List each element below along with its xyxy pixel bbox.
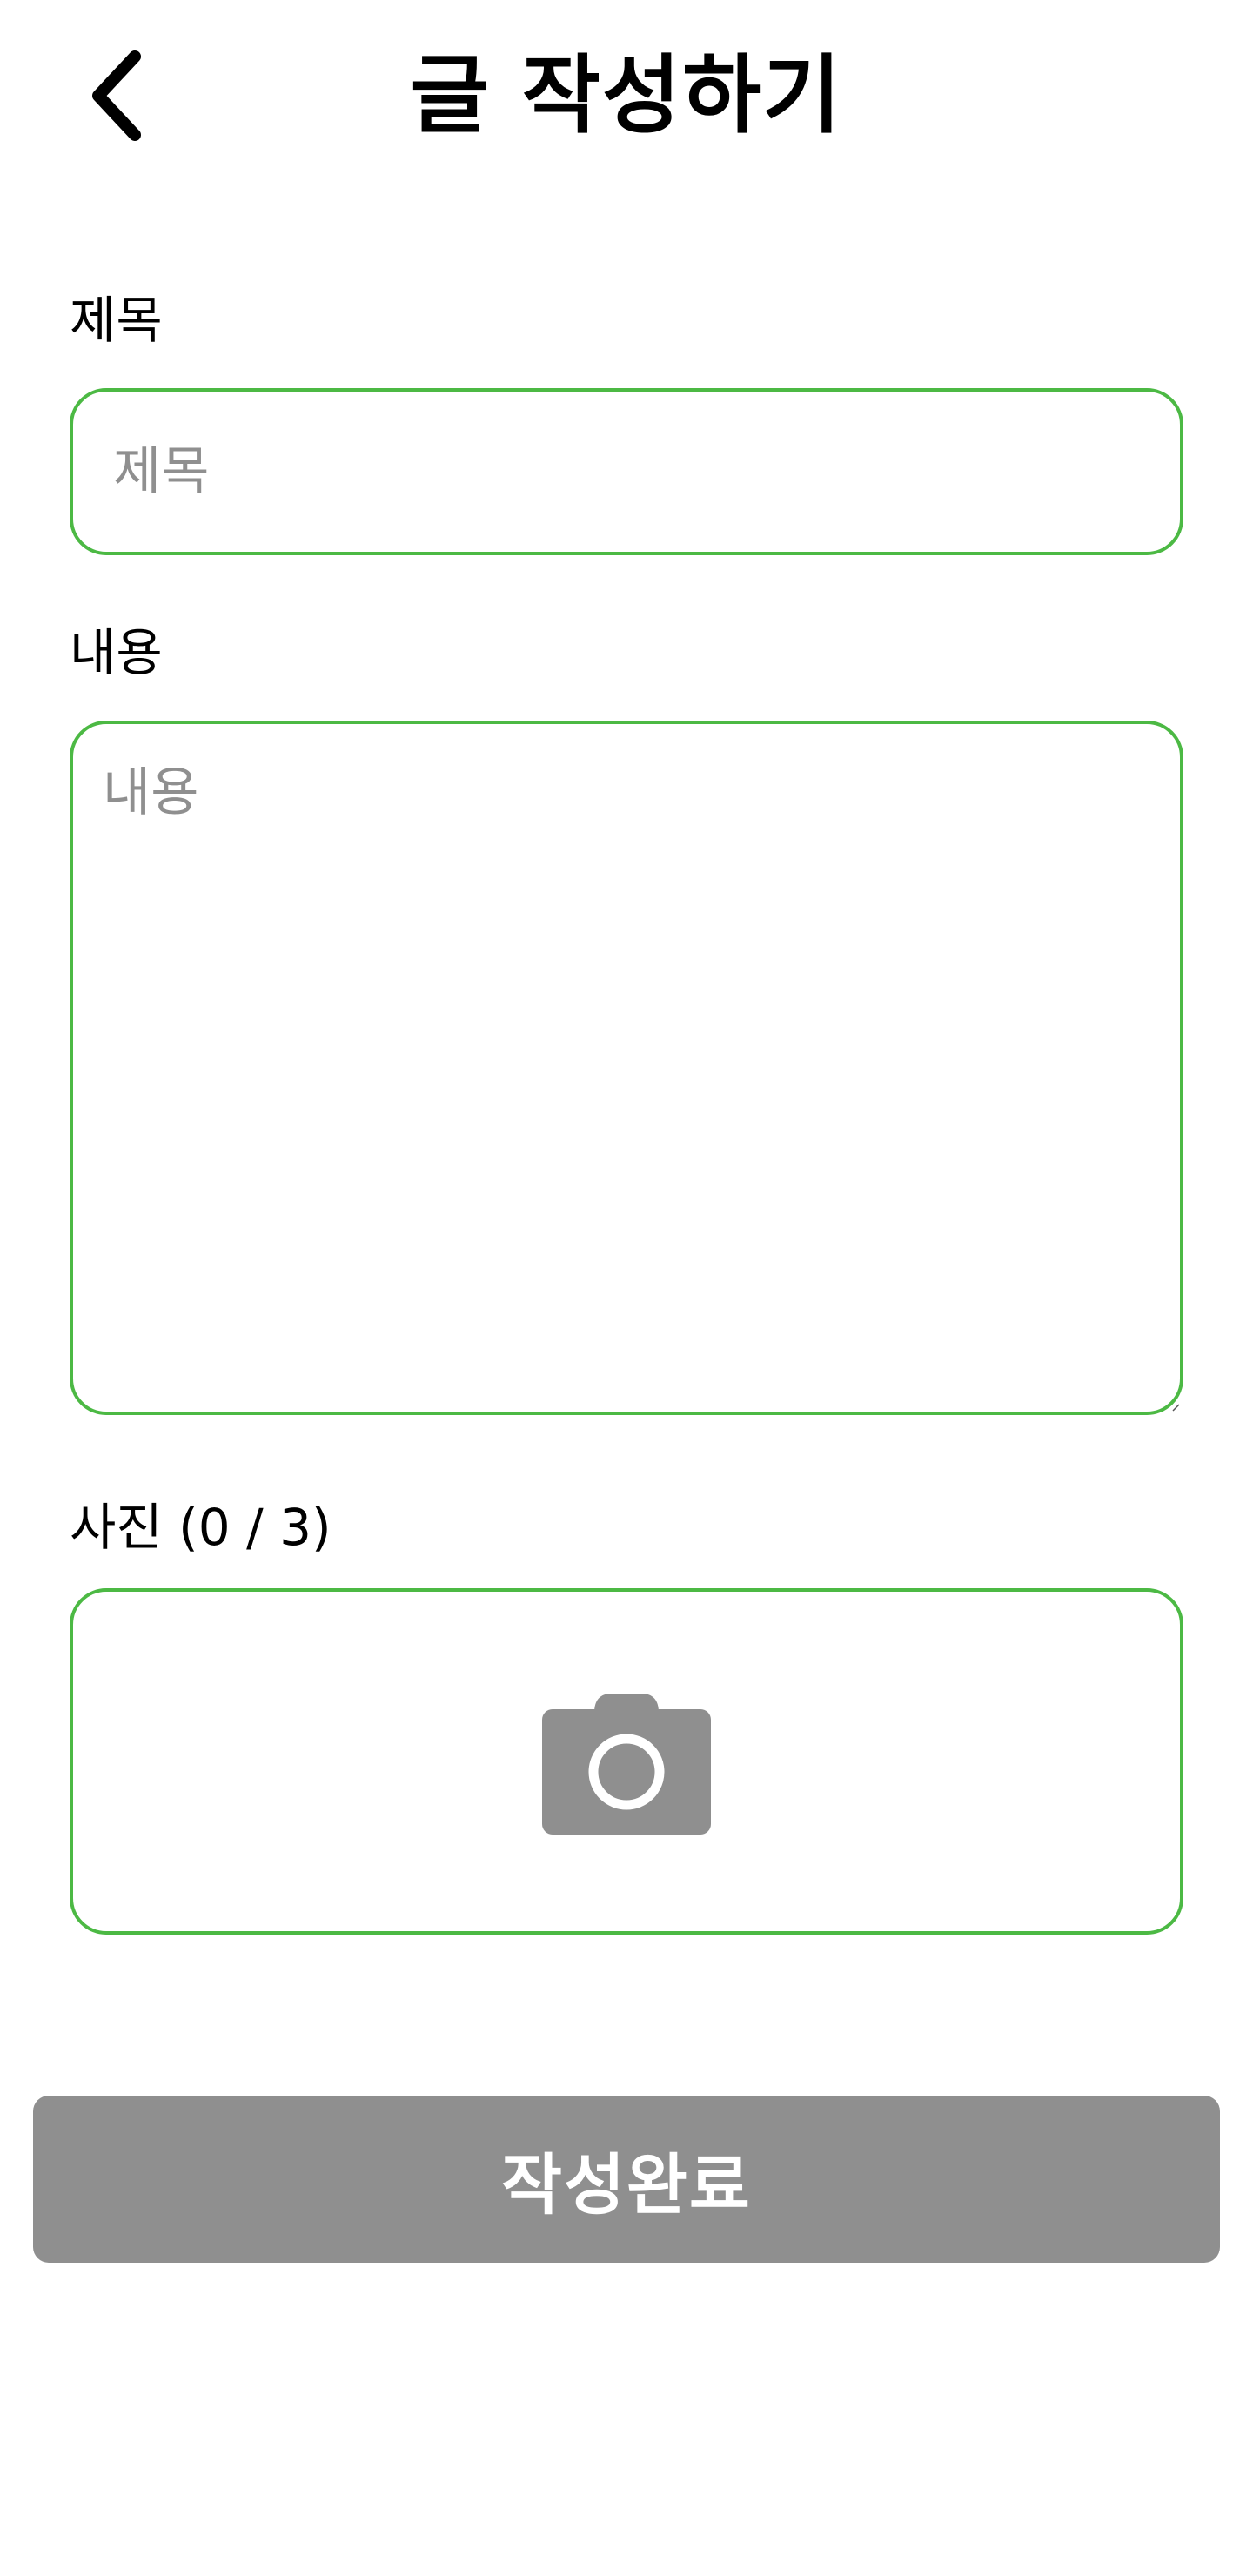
photo-upload-box[interactable] — [70, 1588, 1183, 1935]
photo-label: 사진 (0 / 3) — [70, 1498, 332, 1557]
resize-grip-icon[interactable] — [1171, 1403, 1180, 1412]
content-label: 내용 — [70, 623, 163, 682]
title-label: 제목 — [70, 291, 163, 350]
title-input[interactable] — [70, 388, 1183, 555]
content-textarea[interactable] — [70, 721, 1183, 1415]
camera-icon — [542, 1694, 711, 1835]
header-bar: 글 작성하기 — [0, 0, 1253, 191]
page-title: 글 작성하기 — [410, 46, 843, 145]
submit-button[interactable]: 작성완료 — [33, 2096, 1220, 2263]
